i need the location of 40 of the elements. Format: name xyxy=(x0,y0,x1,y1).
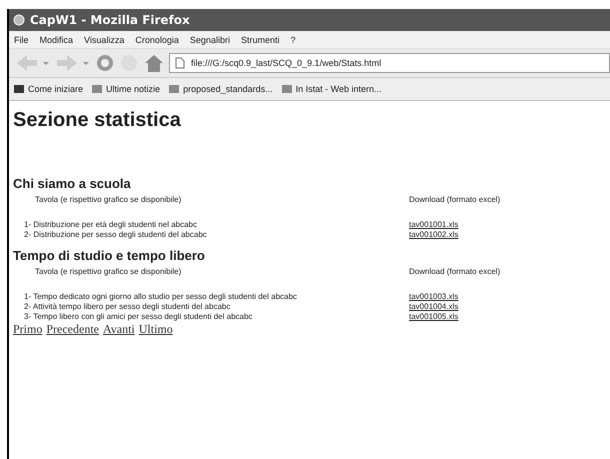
column-header: Tavola (e rispettivo grafico se disponibile) xyxy=(34,267,182,277)
bookmark-icon xyxy=(13,83,25,95)
menu-item[interactable]: File xyxy=(14,34,29,44)
bookmark-icon xyxy=(168,83,180,95)
pager-link[interactable]: Ultimo xyxy=(138,322,173,337)
table-title: 2- Distribuzione per sesso degli studenti del abcabc xyxy=(23,230,208,240)
bookmark[interactable]: Ultime notizie xyxy=(91,83,160,95)
table-title: 3- Tempo libero con gli amici per sesso degli studenti del abcabc xyxy=(23,312,254,322)
download-link[interactable]: tav001004.xls xyxy=(409,302,458,312)
table-title: 1- Distribuzione per età degli studenti nel abcabc xyxy=(23,220,198,230)
menu-item[interactable]: ? xyxy=(290,34,296,44)
table-title: 2- Attività tempo libero per sesso degli studenti del abcabc xyxy=(23,302,232,312)
section-heading: Chi siamo a scuola xyxy=(13,176,132,191)
address-field[interactable]: file:///G:/scq0.9_last/SCQ_0_9.1/web/Stats.html xyxy=(169,53,610,73)
bookmark[interactable]: In Istat - Web intern... xyxy=(280,83,382,95)
menu-item[interactable]: Segnalibri xyxy=(190,34,230,44)
download-link[interactable]: tav001001.xls xyxy=(409,220,458,230)
pager-link[interactable]: Avanti xyxy=(102,322,135,337)
window-title: CapW1 - Mozilla Firefox xyxy=(30,13,190,27)
column-header: Download (formato excel) xyxy=(409,267,500,277)
column-header: Tavola (e rispettivo grafico se disponibile) xyxy=(34,195,182,205)
table-title: 1- Tempo dedicato ogni giorno allo studio per sesso degli studenti del abcabc xyxy=(23,292,298,302)
menu-item[interactable]: Visualizza xyxy=(84,34,124,44)
bookmark[interactable]: proposed_standards... xyxy=(168,83,273,95)
menu-item[interactable]: Modifica xyxy=(40,34,74,44)
menu-item[interactable]: Strumenti xyxy=(240,34,280,44)
section-heading: Tempo di studio e tempo libero xyxy=(13,248,206,263)
bookmark[interactable]: Come iniziare xyxy=(13,83,84,95)
download-link[interactable]: tav001002.xls xyxy=(409,230,458,240)
browser-icon xyxy=(13,14,25,26)
download-link[interactable]: tav001005.xls xyxy=(409,312,458,322)
page-heading: Sezione statistica xyxy=(13,109,182,132)
menu-item[interactable]: Cronologia xyxy=(135,34,179,44)
pager-link[interactable]: Precedente xyxy=(46,322,99,337)
bookmark-icon xyxy=(280,83,293,95)
download-link[interactable]: tav001003.xls xyxy=(409,292,458,302)
column-header: Download (formato excel) xyxy=(409,195,500,205)
bookmark-icon xyxy=(91,83,104,95)
page-icon xyxy=(175,57,185,69)
pager-link[interactable]: Primo xyxy=(13,322,42,337)
